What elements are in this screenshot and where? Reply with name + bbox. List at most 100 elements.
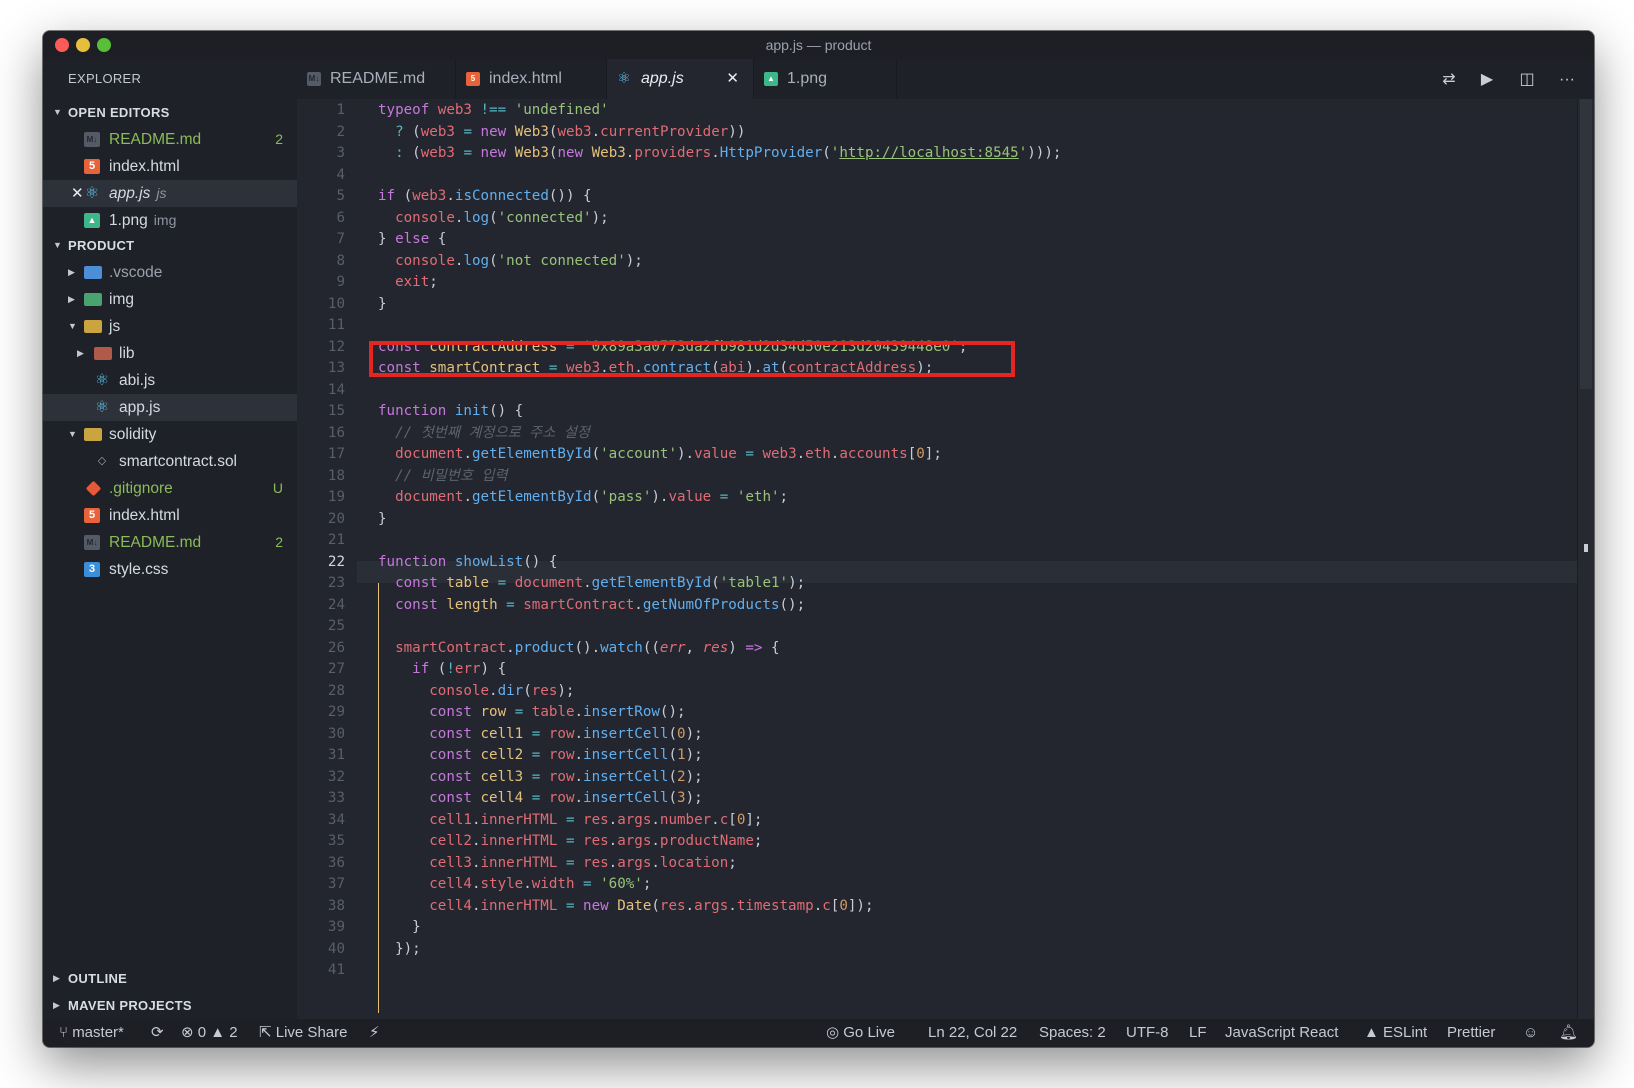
code-editor[interactable]: 1 typeof web3 !== 'undefined' 2 ? (web3 = … [297, 99, 1578, 1019]
tab-readme[interactable]: M↓ README.md [297, 59, 456, 99]
prettier-status[interactable]: Prettier [1447, 1019, 1495, 1047]
code-line[interactable]: 35 cell2.innerHTML = res.args.productNam… [297, 831, 1578, 853]
code-line[interactable]: 26 smartContract.product().watch((err, r… [297, 638, 1578, 660]
encoding[interactable]: UTF-8 [1126, 1019, 1169, 1047]
code-line[interactable]: 25 [297, 616, 1578, 638]
lightning-icon[interactable]: ⚡ [369, 1019, 380, 1047]
code-line[interactable]: 32 const cell3 = row.insertCell(2); [297, 767, 1578, 789]
close-tab-icon[interactable]: ✕ [726, 59, 739, 99]
open-editor-label: 1.png img [109, 212, 177, 229]
tree-label: .gitignore [109, 480, 173, 497]
language-mode[interactable]: JavaScript React [1225, 1019, 1338, 1047]
run-icon[interactable]: ▶ [1478, 71, 1496, 89]
code-line[interactable]: 28 console.dir(res); [297, 681, 1578, 703]
tree-folder-img[interactable]: ▶ img [43, 286, 297, 313]
outline-section[interactable]: ▶ OUTLINE [43, 965, 297, 992]
indentation[interactable]: Spaces: 2 [1039, 1019, 1106, 1047]
tree-label: index.html [109, 507, 180, 524]
code-line[interactable]: 1 typeof web3 !== 'undefined' [297, 100, 1578, 122]
code-line[interactable]: 2 ? (web3 = new Web3(web3.currentProvide… [297, 122, 1578, 144]
cursor-position[interactable]: Ln 22, Col 22 [928, 1019, 1017, 1047]
open-editor-app-js[interactable]: ✕ ⚛ app.js js [43, 180, 297, 207]
code-line[interactable]: 33 const cell4 = row.insertCell(3); [297, 788, 1578, 810]
sync-icon[interactable]: ⟳ [151, 1019, 164, 1047]
code-line[interactable]: 29 const row = table.insertRow(); [297, 702, 1578, 724]
code-line[interactable]: 30 const cell1 = row.insertCell(0); [297, 724, 1578, 746]
code-line[interactable]: 18 // 비밀번호 입력 [297, 466, 1578, 488]
maven-projects-section[interactable]: ▶ MAVEN PROJECTS [43, 992, 297, 1019]
line-number: 12 [327, 338, 345, 355]
code-line[interactable]: 3 : (web3 = new Web3(new Web3.providers.… [297, 143, 1578, 165]
chevron-right-icon: ▶ [68, 294, 75, 304]
open-editors-section[interactable]: ▼ OPEN EDITORS [43, 99, 297, 126]
live-share-button[interactable]: ⇱ Live Share [259, 1019, 347, 1047]
css3-icon: 3 [84, 562, 100, 577]
code-line[interactable]: 14 [297, 380, 1578, 402]
feedback-smiley-icon[interactable]: ☺ [1523, 1019, 1538, 1047]
code-line[interactable]: 31 const cell2 = row.insertCell(1); [297, 745, 1578, 767]
tree-folder-js[interactable]: ▼ js [43, 313, 297, 340]
code-line[interactable]: 8 console.log('not connected'); [297, 251, 1578, 273]
line-number: 30 [327, 725, 345, 742]
tree-file-abi-js[interactable]: ⚛ abi.js [43, 367, 297, 394]
code-line[interactable]: 36 cell3.innerHTML = res.args.location; [297, 853, 1578, 875]
tab-app-js[interactable]: ⚛ app.js ✕ [607, 59, 754, 99]
image-icon: ▲ [764, 72, 778, 86]
line-number: 1 [336, 102, 345, 118]
provider-url-link[interactable]: http://localhost:8545 [839, 145, 1018, 161]
tab-index-html[interactable]: 5 index.html [456, 59, 607, 99]
code-line[interactable]: 39 } [297, 917, 1578, 939]
code-line[interactable]: 11 [297, 315, 1578, 337]
code-line[interactable]: 41 [297, 960, 1578, 982]
code-line[interactable]: 20} [297, 509, 1578, 531]
code-line[interactable]: 27 if (!err) { [297, 659, 1578, 681]
code-line[interactable]: 5 if (web3.isConnected()) { [297, 186, 1578, 208]
line-ending[interactable]: LF [1189, 1019, 1207, 1047]
tree-file-app-js[interactable]: ⚛ app.js [43, 394, 297, 421]
open-editor-1-png[interactable]: ▲ 1.png img [43, 207, 297, 234]
more-actions-icon[interactable]: ··· [1558, 71, 1576, 89]
code-line[interactable]: 16 // 첫번째 계정으로 주소 설정 [297, 423, 1578, 445]
line-number: 2 [336, 123, 345, 140]
code-line[interactable]: 40 }); [297, 939, 1578, 961]
code-line[interactable]: 21 [297, 530, 1578, 552]
tree-folder-lib[interactable]: ▶ lib [43, 340, 297, 367]
problems-indicator[interactable]: ⊗ 0 ▲ 2 [181, 1019, 238, 1047]
code-line[interactable]: 6 console.log('connected'); [297, 208, 1578, 230]
code-line[interactable]: 9 exit; [297, 272, 1578, 294]
code-line[interactable]: 24 const length = smartContract.getNumOf… [297, 595, 1578, 617]
branch-indicator[interactable]: ⑂ master* [59, 1019, 124, 1047]
vertical-scrollbar[interactable] [1577, 99, 1594, 1019]
code-line[interactable]: 4 [297, 165, 1578, 187]
code-line[interactable]: 15 function init() { [297, 401, 1578, 423]
code-line[interactable]: 38 cell4.innerHTML = new Date(res.args.t… [297, 896, 1578, 918]
split-editor-icon[interactable]: ◫ [1518, 71, 1536, 89]
react-icon: ⚛ [84, 185, 100, 202]
go-live-button[interactable]: ◎ Go Live [826, 1019, 895, 1047]
close-editor-icon[interactable]: ✕ [71, 180, 84, 207]
tree-file-style-css[interactable]: 3 style.css [43, 556, 297, 583]
code-line[interactable]: 37 cell4.style.width = '60%'; [297, 874, 1578, 896]
open-editor-readme[interactable]: M↓ README.md 2 [43, 126, 297, 153]
code-line[interactable]: 34 cell1.innerHTML = res.args.number.c[0… [297, 810, 1578, 832]
code-line[interactable]: 17 document.getElementById('account').va… [297, 444, 1578, 466]
tab-1-png[interactable]: ▲ 1.png [754, 59, 897, 99]
open-editor-index-html[interactable]: 5 index.html [43, 153, 297, 180]
code-line[interactable]: 22 function showList() { [297, 552, 1578, 574]
eslint-status[interactable]: ▲ ESLint [1364, 1019, 1427, 1047]
tree-folder-vscode[interactable]: ▶ .vscode [43, 259, 297, 286]
scroll-thumb[interactable] [1580, 99, 1592, 389]
tree-file-gitignore[interactable]: .gitignore U [43, 475, 297, 502]
tree-file-readme[interactable]: M↓ README.md 2 [43, 529, 297, 556]
tree-folder-solidity[interactable]: ▼ solidity [43, 421, 297, 448]
compare-changes-icon[interactable]: ⇄ [1440, 71, 1458, 89]
open-editor-label: index.html [109, 158, 180, 175]
project-section[interactable]: ▼ PRODUCT [43, 232, 297, 259]
code-line[interactable]: 19 document.getElementById('pass').value… [297, 487, 1578, 509]
code-line[interactable]: 10} [297, 294, 1578, 316]
code-line[interactable]: 23 const table = document.getElementById… [297, 573, 1578, 595]
notifications-bell-icon[interactable]: 🔔︎ [1559, 1019, 1578, 1047]
tree-file-index-html[interactable]: 5 index.html [43, 502, 297, 529]
code-line[interactable]: 7} else { [297, 229, 1578, 251]
tree-file-smartcontract-sol[interactable]: ◇ smartcontract.sol [43, 448, 297, 475]
